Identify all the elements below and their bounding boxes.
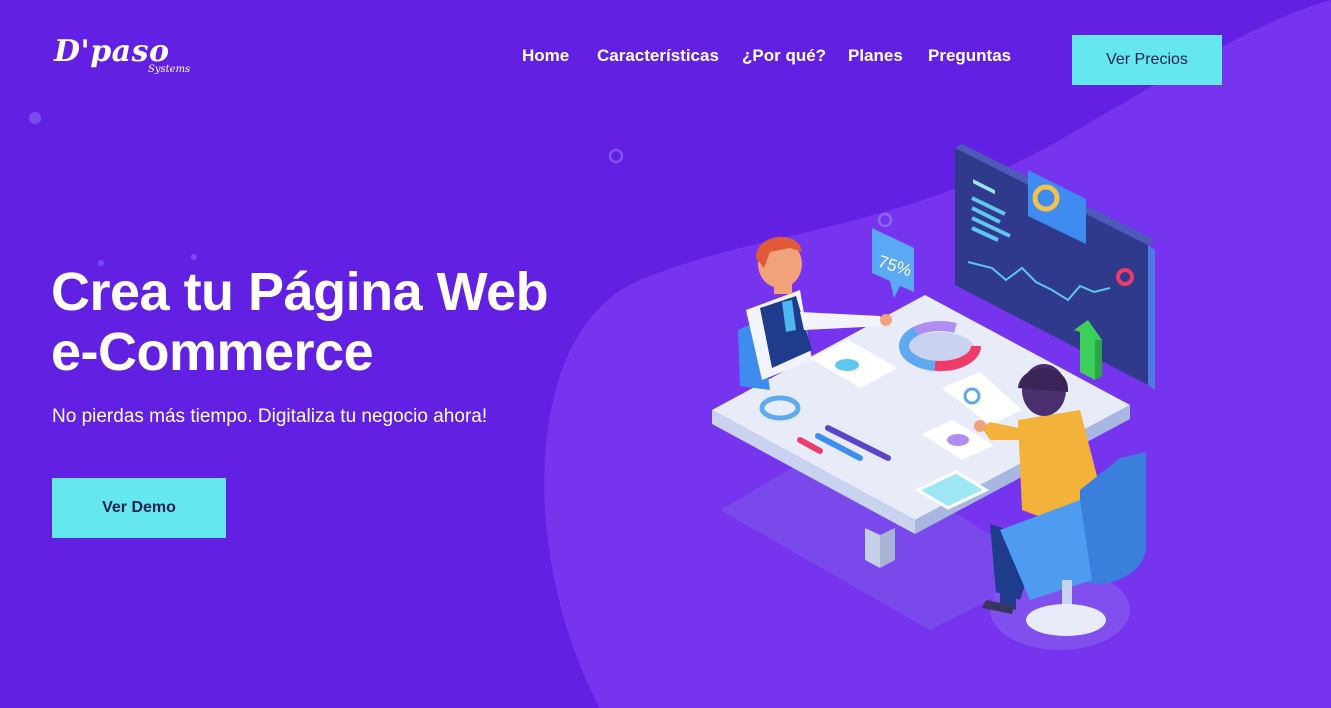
hero-title-line2: e-Commerce [51, 322, 374, 382]
ver-demo-button[interactable]: Ver Demo [52, 478, 226, 538]
decor-ring [608, 148, 624, 164]
business-meeting-illustration: 75% [712, 144, 1155, 650]
hero-subtitle: No pierdas más tiempo. Digitaliza tu neg… [52, 406, 488, 427]
ver-precios-button[interactable]: Ver Precios [1072, 35, 1222, 85]
nav-caracteristicas[interactable]: Características [597, 46, 719, 66]
nav-home[interactable]: Home [522, 46, 569, 66]
percentage-badge: 75% [872, 228, 914, 298]
decor-ring [877, 212, 893, 228]
landing-page: D'paso Systems Home Características ¿Por… [0, 0, 1331, 708]
nav-por-que[interactable]: ¿Por qué? [742, 46, 826, 66]
hero-title-line1: Crea tu Página Web [51, 262, 549, 322]
decor-dot [191, 254, 197, 260]
brand-tagline: Systems [148, 64, 191, 75]
nav-preguntas[interactable]: Preguntas [928, 46, 1011, 66]
nav-planes[interactable]: Planes [848, 46, 903, 66]
brand-logo[interactable]: D'paso Systems [52, 34, 192, 80]
decor-dot [29, 112, 41, 124]
hero-title: Crea tu Página Web e-Commerce [51, 262, 611, 382]
